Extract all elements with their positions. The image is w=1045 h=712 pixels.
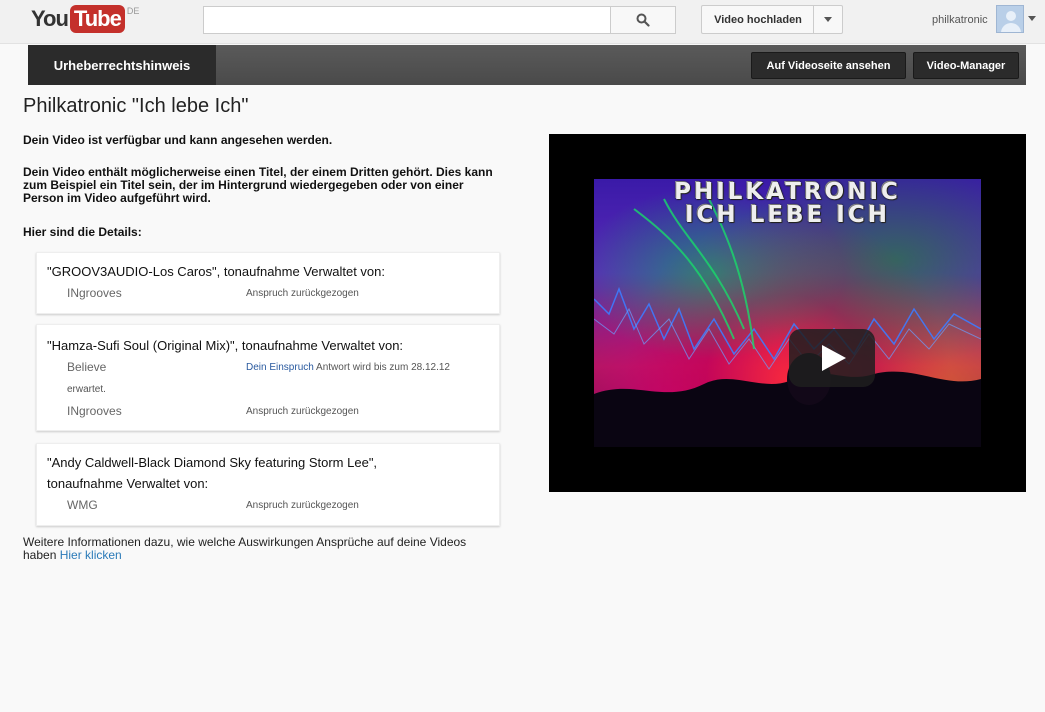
watch-on-video-page-button[interactable]: Auf Videoseite ansehen (751, 52, 906, 79)
upload-video-button[interactable]: Video hochladen (701, 5, 814, 34)
search-input[interactable] (203, 6, 611, 34)
claim-title-line2: tonaufnahme Verwaltet von: (47, 476, 209, 491)
avatar-icon (1006, 11, 1016, 21)
claim-owner: INgrooves (67, 404, 122, 418)
logo-tube: Tube (69, 5, 125, 33)
play-button[interactable] (789, 329, 875, 387)
video-toolbar: Urheberrechtshinweis Auf Videoseite anse… (28, 45, 1026, 85)
account-chevron-down-icon[interactable] (1028, 16, 1036, 21)
play-icon (822, 345, 846, 371)
video-manager-button[interactable]: Video-Manager (913, 52, 1019, 79)
page-title: Philkatronic "Ich lebe Ich" (23, 95, 249, 117)
availability-text: Dein Video ist verfügbar und kann angese… (23, 133, 333, 147)
claim-card: "Hamza-Sufi Soul (Original Mix)", tonauf… (36, 324, 500, 431)
claim-owner: WMG (67, 498, 98, 512)
dispute-status-wrap: erwartet. (67, 384, 106, 395)
logo-country: DE (126, 6, 140, 16)
claim-status: Anspruch zurückgezogen (246, 500, 359, 511)
claim-owner: Believe (67, 360, 107, 374)
overlay-line2: ICH LEBE ICH (685, 202, 890, 228)
claim-owner: INgrooves (67, 286, 122, 300)
avatar[interactable] (996, 5, 1024, 33)
claim-title: "GROOV3AUDIO-Los Caros", tonaufnahme Ver… (47, 264, 385, 279)
more-info-link[interactable]: Hier klicken (60, 548, 122, 562)
claim-title: "Hamza-Sufi Soul (Original Mix)", tonauf… (47, 338, 404, 353)
claim-status: Anspruch zurückgezogen (246, 288, 359, 299)
chevron-down-icon (824, 17, 832, 22)
claim-status: Dein Einspruch Antwort wird bis zum 28.1… (246, 362, 450, 373)
notice-text: Dein Video enthält möglicherweise einen … (23, 165, 493, 205)
dispute-link[interactable]: Dein Einspruch (246, 362, 314, 373)
claim-card: "Andy Caldwell-Black Diamond Sky featuri… (36, 443, 500, 526)
upload-dropdown-button[interactable] (813, 5, 843, 34)
search-button[interactable] (610, 6, 676, 34)
dispute-status-text: Antwort wird bis zum 28.12.12 (313, 362, 450, 373)
claim-card: "GROOV3AUDIO-Los Caros", tonaufnahme Ver… (36, 252, 500, 314)
youtube-logo[interactable]: You Tube DE (31, 5, 139, 33)
claim-title: "Andy Caldwell-Black Diamond Sky featuri… (47, 455, 378, 470)
video-thumbnail[interactable]: PHILKATRONIC ICH LEBE ICH (594, 179, 981, 447)
tab-copyright-notice[interactable]: Urheberrechtshinweis (28, 45, 216, 85)
logo-you: You (31, 6, 69, 31)
details-heading: Hier sind die Details: (23, 225, 142, 239)
username-link[interactable]: philkatronic (932, 14, 988, 26)
avatar-body-shape (1001, 23, 1021, 32)
video-player[interactable]: PHILKATRONIC ICH LEBE ICH (549, 134, 1026, 492)
more-info-text: Weitere Informationen dazu, wie welche A… (23, 536, 493, 562)
claim-status: Anspruch zurückgezogen (246, 406, 359, 417)
masthead: You Tube DE Video hochladen philkatronic (0, 0, 1045, 44)
search-icon (636, 13, 650, 27)
